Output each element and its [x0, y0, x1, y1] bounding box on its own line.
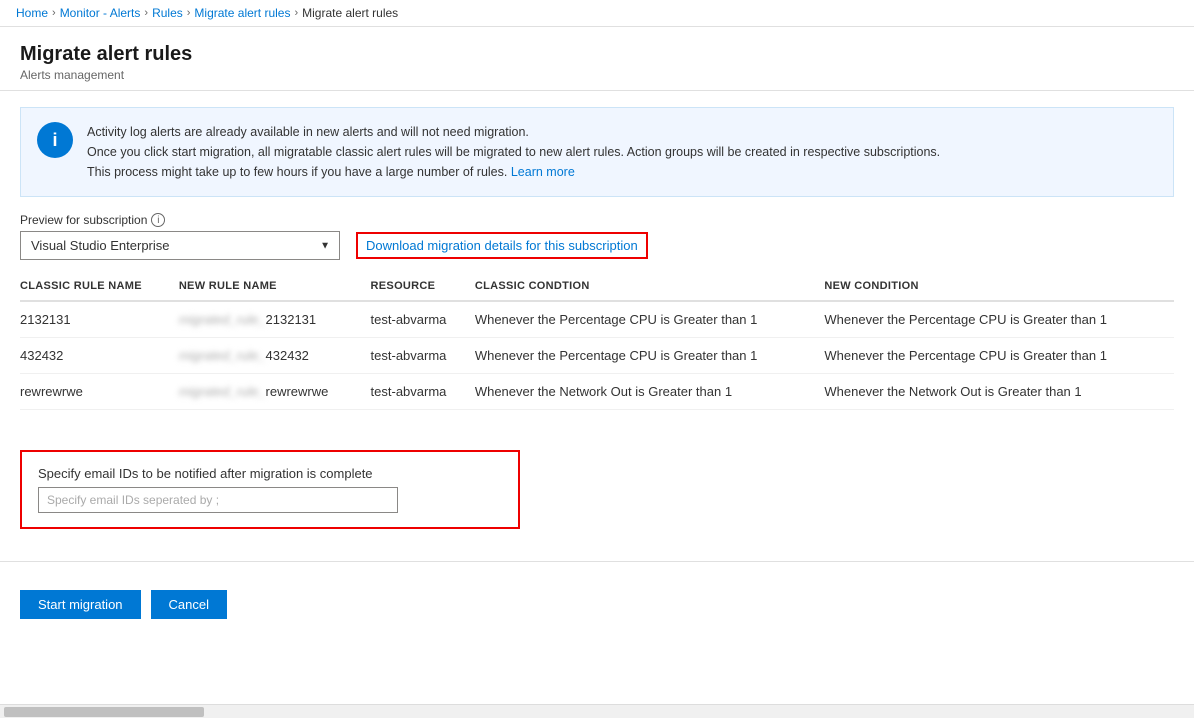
table-row: 432432migrated_rule_432432test-abvarmaWh… — [20, 338, 1174, 374]
subscription-dropdown-wrapper: Visual Studio Enterprise ▼ — [20, 231, 340, 260]
scroll-thumb[interactable] — [4, 707, 204, 717]
table-body: 2132131migrated_rule_2132131test-abvarma… — [20, 301, 1174, 410]
rule-suffix: 2132131 — [266, 312, 317, 327]
breadcrumb-sep-4: › — [294, 7, 298, 19]
blurred-rule-prefix: migrated_rule_ — [179, 348, 266, 363]
bottom-divider — [0, 561, 1194, 562]
breadcrumb-migrate-alert-rules-link[interactable]: Migrate alert rules — [194, 6, 290, 20]
info-line2: Once you click start migration, all migr… — [87, 145, 940, 159]
subscription-row: Preview for subscription i Visual Studio… — [20, 213, 1174, 260]
learn-more-link[interactable]: Learn more — [511, 165, 575, 179]
cell-resource: test-abvarma — [371, 301, 475, 338]
col-new-rule-name: New Rule Name — [179, 272, 371, 301]
cell-classic-condition: Whenever the Network Out is Greater than… — [475, 374, 825, 410]
subscription-info-icon[interactable]: i — [151, 213, 165, 227]
breadcrumb-sep-1: › — [52, 7, 56, 19]
email-input[interactable] — [38, 487, 398, 513]
cell-resource: test-abvarma — [371, 374, 475, 410]
start-migration-button[interactable]: Start migration — [20, 590, 141, 619]
col-classic-rule-name: Classic Rule Name — [20, 272, 179, 301]
rule-suffix: 432432 — [266, 348, 309, 363]
rules-table: Classic Rule Name New Rule Name Resource… — [20, 272, 1174, 410]
subscription-label: Preview for subscription i — [20, 213, 340, 227]
subscription-dropdown[interactable]: Visual Studio Enterprise — [20, 231, 340, 260]
rule-suffix: rewrewrwe — [266, 384, 329, 399]
cell-new-condition: Whenever the Network Out is Greater than… — [824, 374, 1174, 410]
action-bar: Start migration Cancel — [0, 578, 1194, 631]
breadcrumb-home[interactable]: Home — [16, 6, 48, 20]
cell-resource: test-abvarma — [371, 338, 475, 374]
info-line1: Activity log alerts are already availabl… — [87, 125, 529, 139]
breadcrumb-rules[interactable]: Rules — [152, 6, 183, 20]
page-header: Migrate alert rules Alerts management — [0, 27, 1194, 91]
info-line3: This process might take up to few hours … — [87, 165, 507, 179]
col-new-condition: New Condition — [824, 272, 1174, 301]
download-migration-link[interactable]: Download migration details for this subs… — [356, 232, 648, 259]
cell-classic-condition: Whenever the Percentage CPU is Greater t… — [475, 338, 825, 374]
info-banner: i Activity log alerts are already availa… — [20, 107, 1174, 197]
page-title: Migrate alert rules — [20, 43, 1174, 66]
info-icon: i — [37, 122, 73, 158]
content-area: Preview for subscription i Visual Studio… — [0, 213, 1194, 545]
table-row: 2132131migrated_rule_2132131test-abvarma… — [20, 301, 1174, 338]
cell-new-condition: Whenever the Percentage CPU is Greater t… — [824, 301, 1174, 338]
cell-new-rule: migrated_rule_2132131 — [179, 301, 371, 338]
blurred-rule-prefix: migrated_rule_ — [179, 312, 266, 327]
cell-classic-rule: 2132131 — [20, 301, 179, 338]
email-label: Specify email IDs to be notified after m… — [38, 466, 502, 481]
breadcrumb-monitor-alerts[interactable]: Monitor - Alerts — [60, 6, 141, 20]
table-header: Classic Rule Name New Rule Name Resource… — [20, 272, 1174, 301]
breadcrumb-sep-2: › — [144, 7, 148, 19]
info-text: Activity log alerts are already availabl… — [87, 122, 940, 182]
cell-classic-rule: rewrewrwe — [20, 374, 179, 410]
col-classic-condition: Classic Condtion — [475, 272, 825, 301]
scroll-bar[interactable] — [0, 704, 1194, 718]
cell-new-condition: Whenever the Percentage CPU is Greater t… — [824, 338, 1174, 374]
breadcrumb-sep-3: › — [187, 7, 191, 19]
email-section: Specify email IDs to be notified after m… — [20, 450, 520, 529]
cancel-button[interactable]: Cancel — [151, 590, 227, 619]
cell-classic-condition: Whenever the Percentage CPU is Greater t… — [475, 301, 825, 338]
cell-new-rule: migrated_rule_432432 — [179, 338, 371, 374]
blurred-rule-prefix: migrated_rule_ — [179, 384, 266, 399]
breadcrumb: Home › Monitor - Alerts › Rules › Migrat… — [16, 6, 398, 20]
top-bar: Home › Monitor - Alerts › Rules › Migrat… — [0, 0, 1194, 27]
col-resource: Resource — [371, 272, 475, 301]
page-subtitle: Alerts management — [20, 68, 1174, 82]
breadcrumb-current: Migrate alert rules — [302, 6, 398, 20]
cell-new-rule: migrated_rule_rewrewrwe — [179, 374, 371, 410]
cell-classic-rule: 432432 — [20, 338, 179, 374]
subscription-control: Preview for subscription i Visual Studio… — [20, 213, 340, 260]
table-row: rewrewrwemigrated_rule_rewrewrwetest-abv… — [20, 374, 1174, 410]
